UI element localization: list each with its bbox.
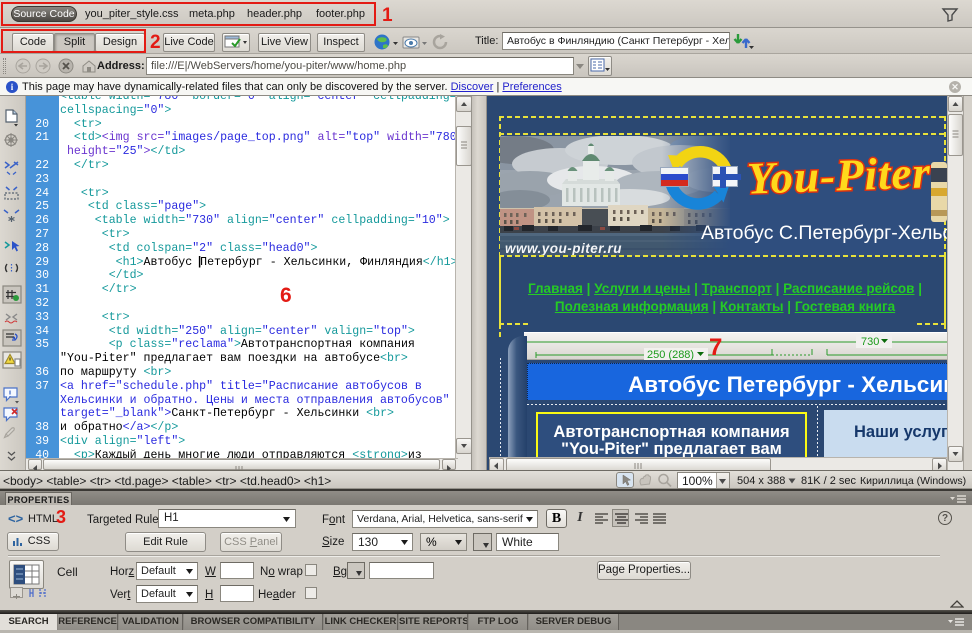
svg-text:730: 730 [861, 336, 879, 348]
svg-text:250 (288): 250 (288) [647, 349, 694, 360]
